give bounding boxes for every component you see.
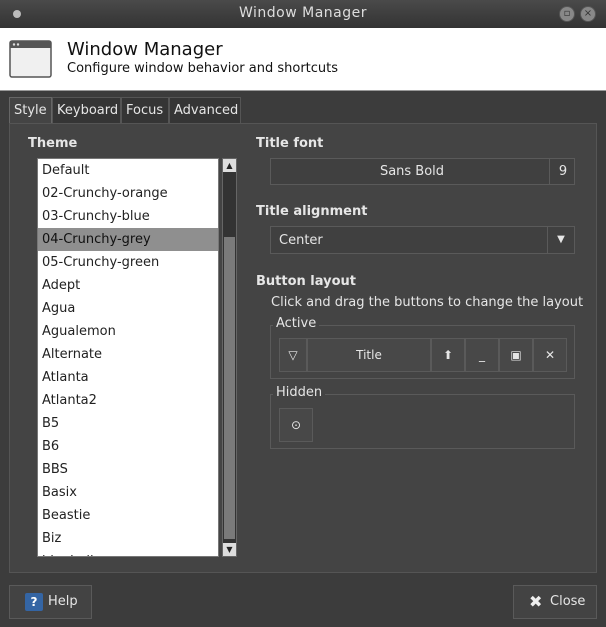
- title-font-name: Sans Bold: [379, 164, 445, 179]
- dialog-header: Window Manager Configure window behavior…: [0, 28, 606, 91]
- chevron-down-icon: ▼: [547, 227, 574, 253]
- maximize-button-slot[interactable]: ▣: [499, 338, 533, 372]
- button-layout-label: Button layout: [256, 274, 357, 289]
- hidden-buttons-frame: [270, 394, 575, 449]
- minimize-icon: _: [479, 348, 485, 362]
- maximize-icon: ▣: [510, 348, 522, 362]
- theme-item-selected[interactable]: 04-Crunchy-grey: [38, 228, 218, 251]
- theme-item[interactable]: Alternate: [38, 343, 218, 366]
- button-layout-hint: Click and drag the buttons to change the…: [271, 295, 584, 310]
- tab-style[interactable]: Style: [9, 97, 52, 124]
- window-manager-icon: [9, 40, 52, 78]
- theme-item[interactable]: Beastie: [38, 504, 218, 527]
- close-button[interactable]: ✖ Close: [513, 585, 597, 619]
- help-icon: ?: [25, 593, 43, 611]
- theme-label: Theme: [28, 136, 78, 151]
- theme-item[interactable]: Atlanta2: [38, 389, 218, 412]
- tab-advanced[interactable]: Advanced: [169, 97, 241, 123]
- stick-button-slot[interactable]: ⊙: [279, 408, 313, 442]
- window-title: Window Manager: [238, 5, 368, 21]
- active-label: Active: [273, 316, 320, 331]
- title-alignment-select[interactable]: Center ▼: [270, 226, 575, 254]
- title-font-label: Title font: [256, 136, 324, 151]
- close-button-slot[interactable]: ✕: [533, 338, 567, 372]
- shade-button-slot[interactable]: ⬆: [431, 338, 465, 372]
- scroll-down-icon[interactable]: ▼: [223, 543, 236, 556]
- active-buttons-row: ▽ Title ⬆ _ ▣ ✕: [279, 338, 567, 372]
- close-window-button[interactable]: ×: [580, 6, 596, 22]
- stick-icon: ⊙: [290, 418, 302, 432]
- maximize-icon: ▫: [563, 8, 571, 19]
- help-label: Help: [48, 594, 78, 609]
- menu-button-slot[interactable]: ▽: [279, 338, 307, 372]
- tab-keyboard[interactable]: Keyboard: [52, 97, 121, 123]
- theme-item[interactable]: Adept: [38, 274, 218, 297]
- theme-item[interactable]: Basix: [38, 481, 218, 504]
- hidden-label: Hidden: [273, 385, 326, 400]
- close-label: Close: [550, 594, 586, 609]
- scroll-up-icon[interactable]: ▲: [223, 159, 236, 172]
- theme-item[interactable]: 05-Crunchy-green: [38, 251, 218, 274]
- theme-list[interactable]: Default 02-Crunchy-orange 03-Crunchy-blu…: [37, 158, 219, 557]
- title-alignment-label: Title alignment: [256, 204, 368, 219]
- title-alignment-value: Center: [279, 233, 323, 248]
- theme-item[interactable]: BBS: [38, 458, 218, 481]
- close-icon: ×: [583, 8, 593, 19]
- close-icon: ✕: [544, 348, 556, 362]
- theme-item[interactable]: Atlanta: [38, 366, 218, 389]
- maximize-button[interactable]: ▫: [559, 6, 575, 22]
- theme-item[interactable]: Agualemon: [38, 320, 218, 343]
- theme-item[interactable]: Biz: [38, 527, 218, 550]
- window-titlebar[interactable]: Window Manager ▫ ×: [0, 0, 606, 29]
- title-font-size: 9: [549, 159, 576, 184]
- tab-focus[interactable]: Focus: [121, 97, 169, 123]
- theme-item[interactable]: bluebell: [38, 550, 218, 556]
- title-font-button[interactable]: Sans Bold 9: [270, 158, 575, 185]
- title-slot[interactable]: Title: [307, 338, 431, 372]
- theme-item[interactable]: B5: [38, 412, 218, 435]
- theme-item[interactable]: Default: [38, 159, 218, 182]
- theme-item[interactable]: B6: [38, 435, 218, 458]
- header-title: Window Manager: [67, 39, 223, 60]
- theme-item[interactable]: 03-Crunchy-blue: [38, 205, 218, 228]
- triangle-down-icon: ▽: [288, 348, 298, 362]
- scrollbar-thumb[interactable]: [224, 237, 235, 539]
- header-subtitle: Configure window behavior and shortcuts: [67, 61, 339, 76]
- theme-item[interactable]: Agua: [38, 297, 218, 320]
- close-icon: ✖: [529, 592, 543, 611]
- help-button[interactable]: ? Help: [9, 585, 92, 619]
- minimize-button-slot[interactable]: _: [465, 338, 499, 372]
- theme-list-scrollbar[interactable]: ▲ ▼: [222, 158, 237, 557]
- shade-icon: ⬆: [442, 348, 454, 362]
- theme-item[interactable]: 02-Crunchy-orange: [38, 182, 218, 205]
